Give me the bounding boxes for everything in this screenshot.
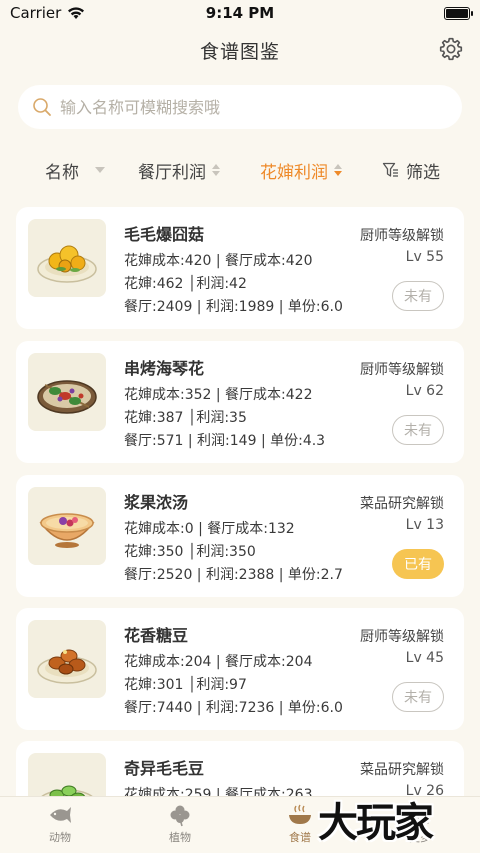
sort-by-aunt-profit[interactable]: 花婶利润 [260, 158, 342, 183]
recipe-aunt-line: 花婶:301 │利润:97 [124, 677, 247, 693]
fish-icon [50, 807, 71, 823]
status-left: Carrier [10, 4, 85, 22]
tab-plants-label: 植物 [169, 831, 191, 844]
recipe-image [28, 353, 106, 431]
skewer-dish-icon [37, 380, 97, 414]
bowl-icon [289, 804, 311, 824]
recipe-name: 串烤海琴花 [124, 359, 205, 378]
gear-icon[interactable] [438, 36, 464, 62]
search-bar[interactable] [18, 85, 462, 129]
recipe-card[interactable]: 花香糖豆 花婶成本:204 | 餐厅成本:204 花婶:301 │利润:97 餐… [16, 608, 464, 730]
unlock-method: 菜品研究解锁 [360, 496, 444, 512]
filter-label: 筛选 [406, 162, 440, 183]
search-input[interactable] [60, 97, 440, 117]
recipe-card[interactable]: 串烤海琴花 花婶成本:352 | 餐厅成本:422 花婶:387 │利润:35 … [16, 341, 464, 463]
filter-icon [382, 162, 398, 177]
recipe-restaurant-line: 餐厅:2520 | 利润:2388 | 单份:2.7 [124, 567, 343, 583]
candy-beans-icon [37, 649, 97, 684]
search-icon [33, 98, 51, 116]
watermark-logo: 大玩家 [318, 800, 434, 846]
tab-plants[interactable]: 植物 [120, 797, 240, 853]
tab-animals[interactable]: 动物 [0, 797, 120, 853]
carrier-label: Carrier [10, 4, 62, 22]
recipe-aunt-line: 花婶:462 │利润:42 [124, 276, 247, 292]
sort-bar: 名称 餐厅利润 花婶利润 筛选 [0, 150, 480, 190]
sort-arrows-icon [212, 164, 220, 176]
unlock-method: 厨师等级解锁 [360, 362, 444, 378]
recipe-cost-line: 花婶成本:0 | 餐厅成本:132 [124, 521, 295, 537]
recipe-card[interactable]: 毛毛爆囧菇 花婶成本:420 | 餐厅成本:420 花婶:462 │利润:42 … [16, 207, 464, 329]
header: 食谱图鉴 [0, 26, 480, 74]
tab-animals-label: 动物 [49, 831, 71, 844]
sort-by-restaurant-profit-label: 餐厅利润 [138, 162, 206, 183]
sort-arrow-icon [95, 167, 105, 173]
recipe-image [28, 487, 106, 565]
recipe-aunt-line: 花婶:350 │利润:350 [124, 544, 256, 560]
recipe-name: 毛毛爆囧菇 [124, 225, 205, 244]
tab-recipes-label: 食谱 [289, 831, 311, 844]
sort-arrows-icon [334, 164, 342, 176]
clover-icon [170, 805, 190, 827]
recipe-name: 浆果浓汤 [124, 493, 189, 512]
sort-by-name[interactable]: 名称 [45, 158, 105, 183]
recipe-cost-line: 花婶成本:204 | 餐厅成本:204 [124, 654, 313, 670]
recipe-restaurant-line: 餐厅:2409 | 利润:1989 | 单份:6.0 [124, 299, 343, 315]
recipe-cost-line: 花婶成本:352 | 餐厅成本:422 [124, 387, 313, 403]
wifi-icon [68, 7, 85, 19]
ownership-toggle[interactable]: 未有 [392, 682, 444, 712]
recipe-image [28, 620, 106, 698]
sort-by-aunt-profit-label: 花婶利润 [260, 162, 328, 183]
sort-by-restaurant-profit[interactable]: 餐厅利润 [138, 158, 220, 183]
battery-icon [444, 6, 473, 20]
unlock-method: 厨师等级解锁 [360, 629, 444, 645]
recipe-image [28, 219, 106, 297]
unlock-level: Lv 55 [405, 249, 444, 265]
unlock-level: Lv 45 [405, 650, 444, 666]
recipe-aunt-line: 花婶:387 │利润:35 [124, 410, 247, 426]
ownership-toggle[interactable]: 未有 [392, 281, 444, 311]
recipe-cost-line: 花婶成本:420 | 餐厅成本:420 [124, 253, 313, 269]
soup-bowl-icon [39, 513, 95, 548]
mushroom-dish-icon [37, 245, 97, 283]
recipe-restaurant-line: 餐厅:7440 | 利润:7236 | 单份:6.0 [124, 700, 343, 716]
unlock-level: Lv 13 [405, 517, 444, 533]
status-bar: Carrier 9:14 PM [0, 0, 480, 26]
sort-by-name-label: 名称 [45, 162, 79, 183]
filter-button[interactable]: 筛选 [382, 158, 440, 183]
unlock-method: 厨师等级解锁 [360, 228, 444, 244]
unlock-method: 菜品研究解锁 [360, 762, 444, 778]
page-title: 食谱图鉴 [199, 40, 280, 63]
unlock-level: Lv 62 [405, 383, 444, 399]
recipe-restaurant-line: 餐厅:571 | 利润:149 | 单份:4.3 [124, 433, 326, 449]
recipe-name: 奇异毛毛豆 [124, 759, 205, 778]
ownership-toggle[interactable]: 未有 [392, 415, 444, 445]
ownership-toggle[interactable]: 已有 [392, 549, 444, 579]
recipe-card[interactable]: 浆果浓汤 花婶成本:0 | 餐厅成本:132 花婶:350 │利润:350 餐厅… [16, 475, 464, 597]
recipe-name: 花香糖豆 [124, 626, 189, 645]
